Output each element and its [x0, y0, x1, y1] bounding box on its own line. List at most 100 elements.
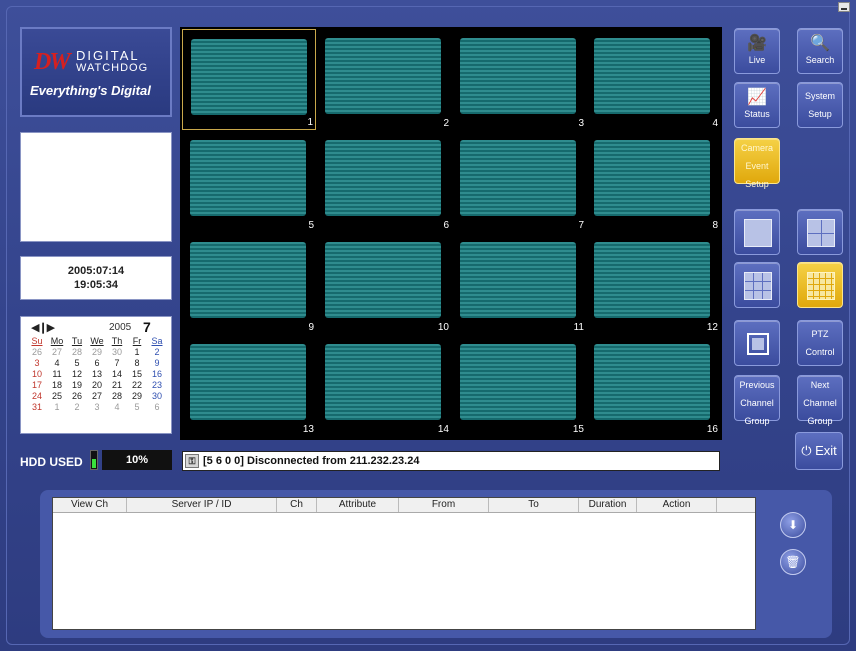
camera-event-setup-label-3: Setup [745, 179, 769, 189]
table-header: View Ch Server IP / ID Ch Attribute From… [53, 498, 755, 513]
calendar-day[interactable]: 31 [27, 402, 47, 413]
video-channel[interactable]: 2 [317, 29, 451, 130]
calendar-day[interactable]: 29 [87, 347, 107, 358]
video-channel[interactable]: 14 [317, 335, 451, 436]
calendar-day[interactable]: 26 [67, 391, 87, 402]
calendar-day[interactable]: 15 [127, 369, 147, 380]
hdd-usage-fill [92, 459, 96, 468]
video-channel[interactable]: 16 [586, 335, 720, 436]
video-channel[interactable]: 7 [452, 131, 586, 232]
layout-16-button[interactable] [797, 262, 843, 308]
calendar-day[interactable]: 24 [27, 391, 47, 402]
calendar-day[interactable]: 7 [107, 358, 127, 369]
calendar-nav-arrows[interactable]: ◀❙▶ [31, 321, 55, 334]
calendar-day[interactable]: 4 [47, 358, 67, 369]
calendar-day[interactable]: 13 [87, 369, 107, 380]
channel-screen [460, 140, 576, 216]
calendar-day[interactable]: 10 [27, 369, 47, 380]
calendar-day[interactable]: 8 [127, 358, 147, 369]
calendar-day[interactable]: 2 [147, 347, 167, 358]
video-channel[interactable]: 15 [452, 335, 586, 436]
calendar-day[interactable]: 26 [27, 347, 47, 358]
channel-number: 14 [437, 424, 449, 435]
calendar-day[interactable]: 1 [47, 402, 67, 413]
layout-9-button[interactable] [734, 262, 780, 308]
video-channel[interactable]: 3 [452, 29, 586, 130]
calendar-day[interactable]: 5 [67, 358, 87, 369]
ptz-control-button[interactable]: PTZ Control [797, 320, 843, 366]
fullscreen-button[interactable] [734, 320, 780, 366]
calendar-day[interactable]: 27 [47, 347, 67, 358]
calendar-day[interactable]: 23 [147, 380, 167, 391]
video-channel[interactable]: 9 [182, 233, 316, 334]
calendar-day[interactable]: 11 [47, 369, 67, 380]
calendar-day[interactable]: 1 [127, 347, 147, 358]
calendar-day[interactable]: 27 [87, 391, 107, 402]
calendar-day[interactable]: 6 [87, 358, 107, 369]
column-header[interactable]: To [489, 498, 579, 512]
video-channel[interactable]: 5 [182, 131, 316, 232]
next-channel-group-button[interactable]: Next Channel Group [797, 375, 843, 426]
column-header[interactable]: Server IP / ID [127, 498, 277, 512]
calendar-year: 2005 [109, 322, 132, 333]
status-button[interactable]: 📈 Status [734, 82, 780, 128]
calendar-day[interactable]: 17 [27, 380, 47, 391]
calendar-day[interactable]: 22 [127, 380, 147, 391]
video-channel[interactable]: 4 [586, 29, 720, 130]
minimize-button[interactable] [838, 2, 850, 12]
calendar-day[interactable]: 6 [147, 402, 167, 413]
trash-icon: 🗑 [785, 555, 801, 569]
calendar-day[interactable]: 14 [107, 369, 127, 380]
calendar-day[interactable]: 4 [107, 402, 127, 413]
next-label-2: Channel [803, 398, 837, 408]
video-channel[interactable]: 11 [452, 233, 586, 334]
video-channel[interactable]: 12 [586, 233, 720, 334]
calendar-day[interactable]: 9 [147, 358, 167, 369]
channel-screen [594, 38, 710, 114]
calendar-day[interactable]: 29 [127, 391, 147, 402]
system-setup-button[interactable]: System Setup [797, 82, 843, 128]
calendar-day[interactable]: 30 [107, 347, 127, 358]
column-header[interactable]: View Ch [53, 498, 127, 512]
calendar-day[interactable]: 16 [147, 369, 167, 380]
calendar-day[interactable]: 20 [87, 380, 107, 391]
calendar-day[interactable]: 2 [67, 402, 87, 413]
video-channel[interactable]: 10 [317, 233, 451, 334]
prev-label-1: Previous [739, 380, 775, 390]
weekday-label: Su [31, 336, 43, 346]
column-header[interactable]: Ch [277, 498, 317, 512]
calendar-day[interactable]: 25 [47, 391, 67, 402]
calendar-day[interactable]: 28 [67, 347, 87, 358]
download-button[interactable]: ⬇ [780, 512, 806, 538]
calendar-day[interactable]: 12 [67, 369, 87, 380]
column-header[interactable]: From [399, 498, 489, 512]
previous-channel-group-button[interactable]: Previous Channel Group [734, 375, 780, 426]
weekday-label: Sa [151, 336, 163, 346]
channel-number: 10 [437, 322, 449, 333]
live-button[interactable]: 🎥 Live [734, 28, 780, 74]
calendar-day[interactable]: 21 [107, 380, 127, 391]
calendar-day[interactable]: 30 [147, 391, 167, 402]
video-channel[interactable]: 1 [182, 29, 316, 130]
column-header[interactable]: Action [637, 498, 717, 512]
calendar-grid: Su Mo Tu We Th Fr Sa 26 27 28 29 30 1 2 … [27, 336, 167, 413]
delete-button[interactable]: 🗑 [780, 549, 806, 575]
layout-4-button[interactable] [797, 209, 843, 255]
calendar-day[interactable]: 3 [27, 358, 47, 369]
camera-event-setup-button[interactable]: Camera Event Setup [734, 138, 780, 189]
calendar-day[interactable]: 5 [127, 402, 147, 413]
channel-screen [325, 242, 441, 318]
layout-1-button[interactable] [734, 209, 780, 255]
column-header[interactable]: Duration [579, 498, 637, 512]
column-header[interactable]: Attribute [317, 498, 399, 512]
calendar-day[interactable]: 3 [87, 402, 107, 413]
live-label: Live [748, 55, 766, 65]
calendar-day[interactable]: 19 [67, 380, 87, 391]
video-channel[interactable]: 6 [317, 131, 451, 232]
search-button[interactable]: 🔍 Search [797, 28, 843, 74]
calendar-day[interactable]: 18 [47, 380, 67, 391]
calendar-day[interactable]: 28 [107, 391, 127, 402]
video-channel[interactable]: 8 [586, 131, 720, 232]
exit-button[interactable]: ⏻ Exit [795, 432, 843, 470]
video-channel[interactable]: 13 [182, 335, 316, 436]
